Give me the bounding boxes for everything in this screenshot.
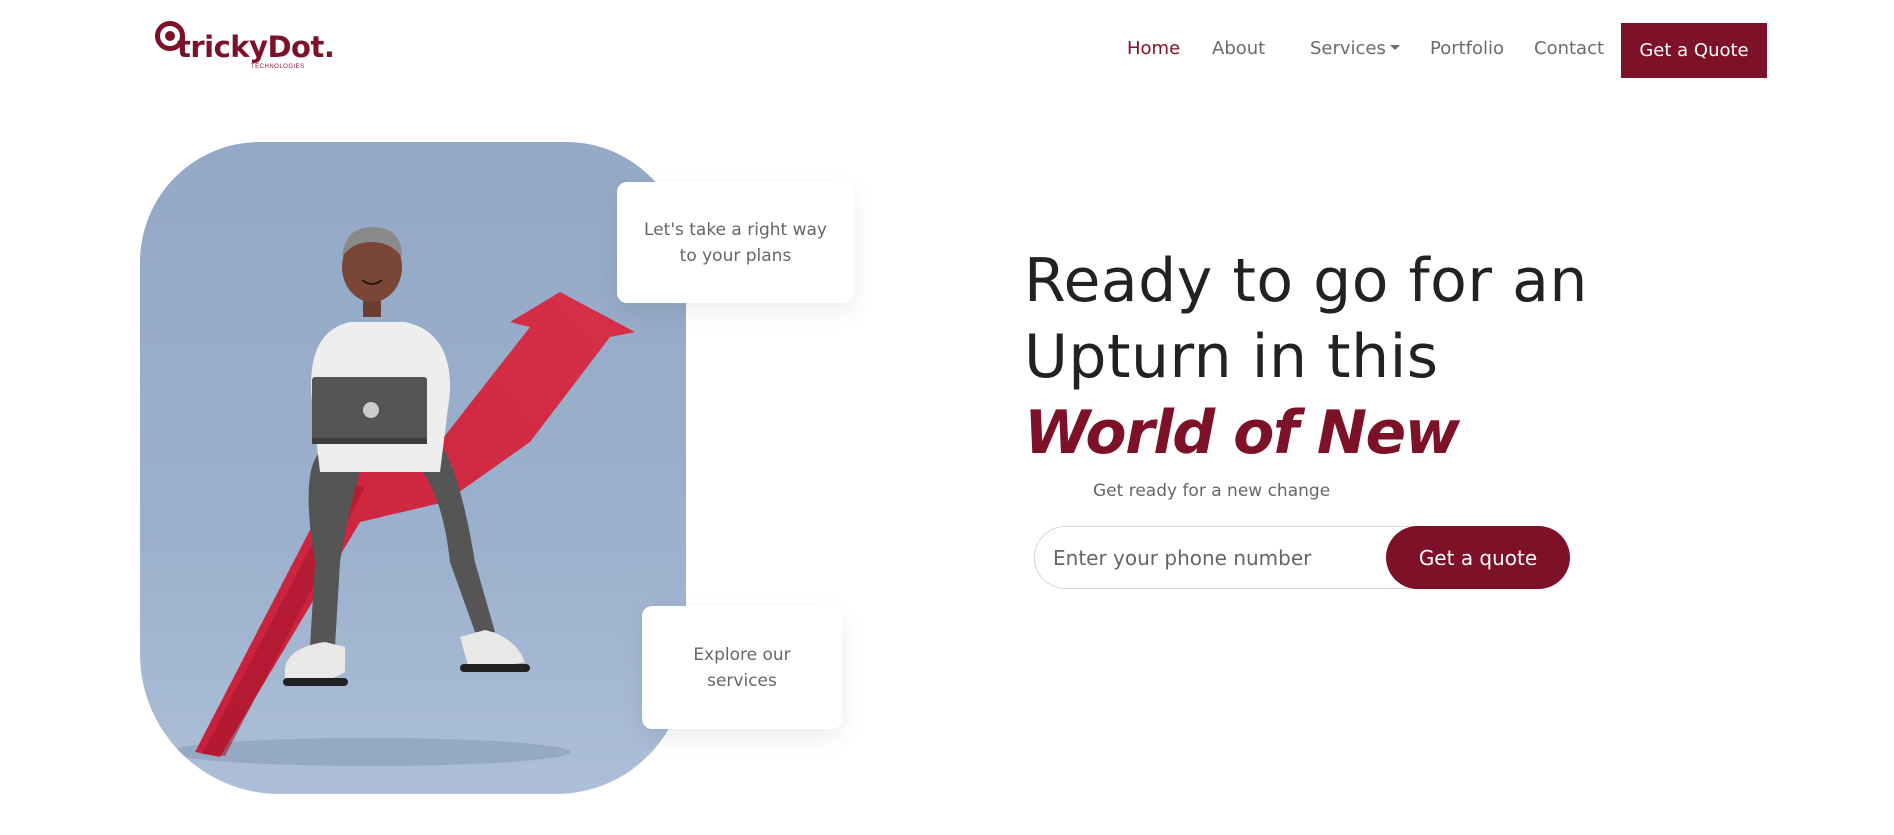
headline-line-2: Upturn in this: [1024, 322, 1439, 392]
plans-card: Let's take a right way to your plans: [617, 182, 854, 303]
brand-logo[interactable]: trickyDot. TECHNOLOGIES: [155, 18, 335, 74]
phone-number-input[interactable]: [1053, 527, 1383, 588]
nav-about[interactable]: About: [1212, 38, 1265, 59]
nav-services[interactable]: Services: [1310, 38, 1400, 59]
hero-subtitle: Get ready for a new change: [1093, 481, 1331, 501]
headline-line-1: Ready to go for an: [1024, 246, 1588, 316]
nav-services-label: Services: [1310, 38, 1386, 59]
hero-illustration: [140, 142, 686, 794]
hero-headline: Ready to go for an Upturn in this World …: [1024, 243, 1588, 471]
nav-home[interactable]: Home: [1127, 38, 1180, 59]
nav-contact[interactable]: Contact: [1534, 38, 1604, 59]
get-a-quote-button[interactable]: Get a Quote: [1621, 23, 1767, 78]
caret-down-icon: [1389, 44, 1400, 50]
nav-portfolio[interactable]: Portfolio: [1430, 38, 1504, 59]
explore-services-card[interactable]: Explore our services: [642, 606, 842, 729]
get-a-quote-submit-button[interactable]: Get a quote: [1386, 526, 1570, 589]
headline-accent: World of New: [1024, 398, 1460, 468]
person-on-arrow-illustration-icon: [170, 227, 635, 766]
logo-wordmark: trickyDot.: [177, 30, 335, 64]
logo-tagline: TECHNOLOGIES: [251, 64, 305, 70]
